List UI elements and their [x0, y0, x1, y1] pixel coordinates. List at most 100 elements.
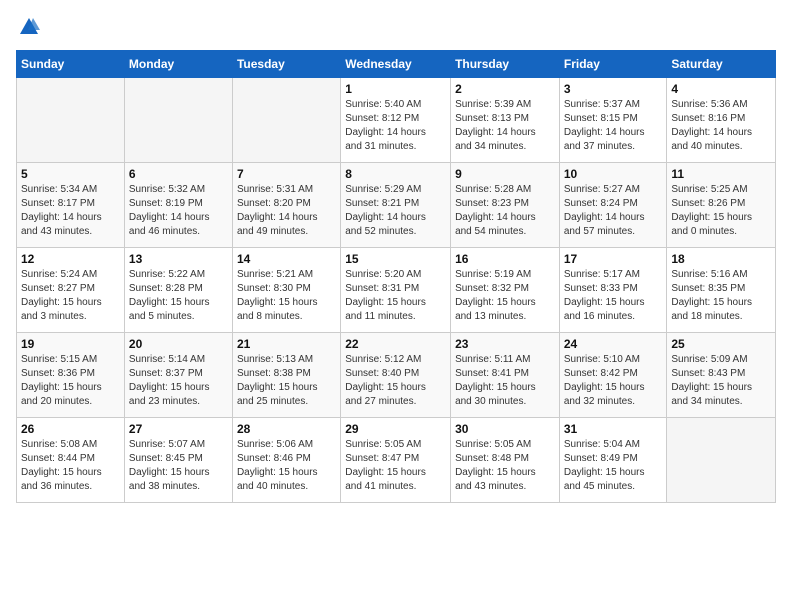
calendar-cell: 14 Sunrise: 5:21 AMSunset: 8:30 PMDayligh…	[232, 248, 340, 333]
calendar-cell: 23 Sunrise: 5:11 AMSunset: 8:41 PMDayligh…	[451, 333, 560, 418]
calendar-cell	[124, 78, 232, 163]
calendar-cell: 5 Sunrise: 5:34 AMSunset: 8:17 PMDaylight…	[17, 163, 125, 248]
day-info: Sunrise: 5:32 AMSunset: 8:19 PMDaylight:…	[129, 183, 228, 239]
day-info: Sunrise: 5:31 AMSunset: 8:20 PMDaylight:…	[237, 183, 336, 239]
day-info: Sunrise: 5:36 AMSunset: 8:16 PMDaylight:…	[671, 98, 771, 154]
calendar-cell	[667, 418, 776, 503]
day-info: Sunrise: 5:10 AMSunset: 8:42 PMDaylight:…	[564, 353, 663, 409]
day-number: 30	[455, 422, 555, 436]
calendar-cell: 19Sunrise: 5:15 AMSunset: 8:36 PMDayligh…	[17, 333, 125, 418]
calendar-cell: 1 Sunrise: 5:40 AMSunset: 8:12 PMDaylight…	[341, 78, 451, 163]
logo-icon	[18, 16, 40, 38]
calendar-cell: 24Sunrise: 5:10 AMSunset: 8:42 PMDayligh…	[559, 333, 667, 418]
calendar-cell: 3 Sunrise: 5:37 AMSunset: 8:15 PMDaylight…	[559, 78, 667, 163]
calendar-cell: 13 Sunrise: 5:22 AMSunset: 8:28 PMDayligh…	[124, 248, 232, 333]
day-info: Sunrise: 5:24 AMSunset: 8:27 PMDaylight:…	[21, 268, 120, 324]
calendar-cell: 26 Sunrise: 5:08 AMSunset: 8:44 PMDayligh…	[17, 418, 125, 503]
day-number: 13	[129, 252, 228, 266]
page-header	[16, 16, 776, 38]
day-info: Sunrise: 5:21 AMSunset: 8:30 PMDaylight:…	[237, 268, 336, 324]
day-info: Sunrise: 5:04 AMSunset: 8:49 PMDaylight:…	[564, 438, 663, 494]
day-info: Sunrise: 5:25 AMSunset: 8:26 PMDaylight:…	[671, 183, 771, 239]
calendar-cell: 20 Sunrise: 5:14 AMSunset: 8:37 PMDayligh…	[124, 333, 232, 418]
week-row-2: 5 Sunrise: 5:34 AMSunset: 8:17 PMDaylight…	[17, 163, 776, 248]
day-info: Sunrise: 5:19 AMSunset: 8:32 PMDaylight:…	[455, 268, 555, 324]
day-info: Sunrise: 5:27 AMSunset: 8:24 PMDaylight:…	[564, 183, 663, 239]
day-number: 16	[455, 252, 555, 266]
calendar-cell: 16 Sunrise: 5:19 AMSunset: 8:32 PMDayligh…	[451, 248, 560, 333]
column-header-wednesday: Wednesday	[341, 51, 451, 78]
column-header-monday: Monday	[124, 51, 232, 78]
day-info: Sunrise: 5:05 AMSunset: 8:47 PMDaylight:…	[345, 438, 446, 494]
day-number: 7	[237, 167, 336, 181]
calendar-cell: 6 Sunrise: 5:32 AMSunset: 8:19 PMDaylight…	[124, 163, 232, 248]
day-info: Sunrise: 5:12 AMSunset: 8:40 PMDaylight:…	[345, 353, 446, 409]
calendar-cell: 15Sunrise: 5:20 AMSunset: 8:31 PMDayligh…	[341, 248, 451, 333]
day-number: 22	[345, 337, 446, 351]
logo	[16, 16, 40, 38]
day-number: 17	[564, 252, 663, 266]
day-info: Sunrise: 5:15 AMSunset: 8:36 PMDaylight:…	[21, 353, 120, 409]
day-number: 10	[564, 167, 663, 181]
day-info: Sunrise: 5:40 AMSunset: 8:12 PMDaylight:…	[345, 98, 446, 154]
day-number: 28	[237, 422, 336, 436]
day-info: Sunrise: 5:28 AMSunset: 8:23 PMDaylight:…	[455, 183, 555, 239]
calendar-cell: 31 Sunrise: 5:04 AMSunset: 8:49 PMDayligh…	[559, 418, 667, 503]
day-number: 20	[129, 337, 228, 351]
day-info: Sunrise: 5:22 AMSunset: 8:28 PMDaylight:…	[129, 268, 228, 324]
calendar-cell: 12 Sunrise: 5:24 AMSunset: 8:27 PMDayligh…	[17, 248, 125, 333]
week-row-3: 12 Sunrise: 5:24 AMSunset: 8:27 PMDayligh…	[17, 248, 776, 333]
day-number: 14	[237, 252, 336, 266]
calendar-cell: 29Sunrise: 5:05 AMSunset: 8:47 PMDayligh…	[341, 418, 451, 503]
day-number: 1	[345, 82, 446, 96]
day-info: Sunrise: 5:20 AMSunset: 8:31 PMDaylight:…	[345, 268, 446, 324]
calendar-cell: 25 Sunrise: 5:09 AMSunset: 8:43 PMDayligh…	[667, 333, 776, 418]
calendar-cell: 27Sunrise: 5:07 AMSunset: 8:45 PMDayligh…	[124, 418, 232, 503]
day-info: Sunrise: 5:16 AMSunset: 8:35 PMDaylight:…	[671, 268, 771, 324]
calendar-cell: 17 Sunrise: 5:17 AMSunset: 8:33 PMDayligh…	[559, 248, 667, 333]
day-number: 9	[455, 167, 555, 181]
column-header-thursday: Thursday	[451, 51, 560, 78]
day-number: 5	[21, 167, 120, 181]
calendar-cell: 4 Sunrise: 5:36 AMSunset: 8:16 PMDaylight…	[667, 78, 776, 163]
day-number: 26	[21, 422, 120, 436]
day-number: 3	[564, 82, 663, 96]
day-number: 6	[129, 167, 228, 181]
day-info: Sunrise: 5:08 AMSunset: 8:44 PMDaylight:…	[21, 438, 120, 494]
column-header-saturday: Saturday	[667, 51, 776, 78]
calendar-cell: 28 Sunrise: 5:06 AMSunset: 8:46 PMDayligh…	[232, 418, 340, 503]
day-number: 31	[564, 422, 663, 436]
calendar-cell: 21 Sunrise: 5:13 AMSunset: 8:38 PMDayligh…	[232, 333, 340, 418]
week-row-5: 26 Sunrise: 5:08 AMSunset: 8:44 PMDayligh…	[17, 418, 776, 503]
day-info: Sunrise: 5:37 AMSunset: 8:15 PMDaylight:…	[564, 98, 663, 154]
day-number: 4	[671, 82, 771, 96]
calendar-table: SundayMondayTuesdayWednesdayThursdayFrid…	[16, 50, 776, 503]
day-info: Sunrise: 5:06 AMSunset: 8:46 PMDaylight:…	[237, 438, 336, 494]
day-number: 8	[345, 167, 446, 181]
calendar-cell: 30Sunrise: 5:05 AMSunset: 8:48 PMDayligh…	[451, 418, 560, 503]
day-info: Sunrise: 5:11 AMSunset: 8:41 PMDaylight:…	[455, 353, 555, 409]
calendar-header-row: SundayMondayTuesdayWednesdayThursdayFrid…	[17, 51, 776, 78]
calendar-cell: 7 Sunrise: 5:31 AMSunset: 8:20 PMDaylight…	[232, 163, 340, 248]
day-info: Sunrise: 5:14 AMSunset: 8:37 PMDaylight:…	[129, 353, 228, 409]
week-row-4: 19Sunrise: 5:15 AMSunset: 8:36 PMDayligh…	[17, 333, 776, 418]
day-info: Sunrise: 5:13 AMSunset: 8:38 PMDaylight:…	[237, 353, 336, 409]
day-number: 18	[671, 252, 771, 266]
calendar-cell: 10 Sunrise: 5:27 AMSunset: 8:24 PMDayligh…	[559, 163, 667, 248]
day-number: 25	[671, 337, 771, 351]
day-info: Sunrise: 5:17 AMSunset: 8:33 PMDaylight:…	[564, 268, 663, 324]
day-number: 2	[455, 82, 555, 96]
day-info: Sunrise: 5:34 AMSunset: 8:17 PMDaylight:…	[21, 183, 120, 239]
column-header-tuesday: Tuesday	[232, 51, 340, 78]
week-row-1: 1 Sunrise: 5:40 AMSunset: 8:12 PMDaylight…	[17, 78, 776, 163]
day-number: 11	[671, 167, 771, 181]
day-number: 12	[21, 252, 120, 266]
day-number: 21	[237, 337, 336, 351]
day-number: 23	[455, 337, 555, 351]
calendar-cell: 11 Sunrise: 5:25 AMSunset: 8:26 PMDayligh…	[667, 163, 776, 248]
calendar-cell: 8Sunrise: 5:29 AMSunset: 8:21 PMDaylight…	[341, 163, 451, 248]
calendar-cell	[232, 78, 340, 163]
day-info: Sunrise: 5:09 AMSunset: 8:43 PMDaylight:…	[671, 353, 771, 409]
calendar-cell: 9 Sunrise: 5:28 AMSunset: 8:23 PMDaylight…	[451, 163, 560, 248]
calendar-cell	[17, 78, 125, 163]
